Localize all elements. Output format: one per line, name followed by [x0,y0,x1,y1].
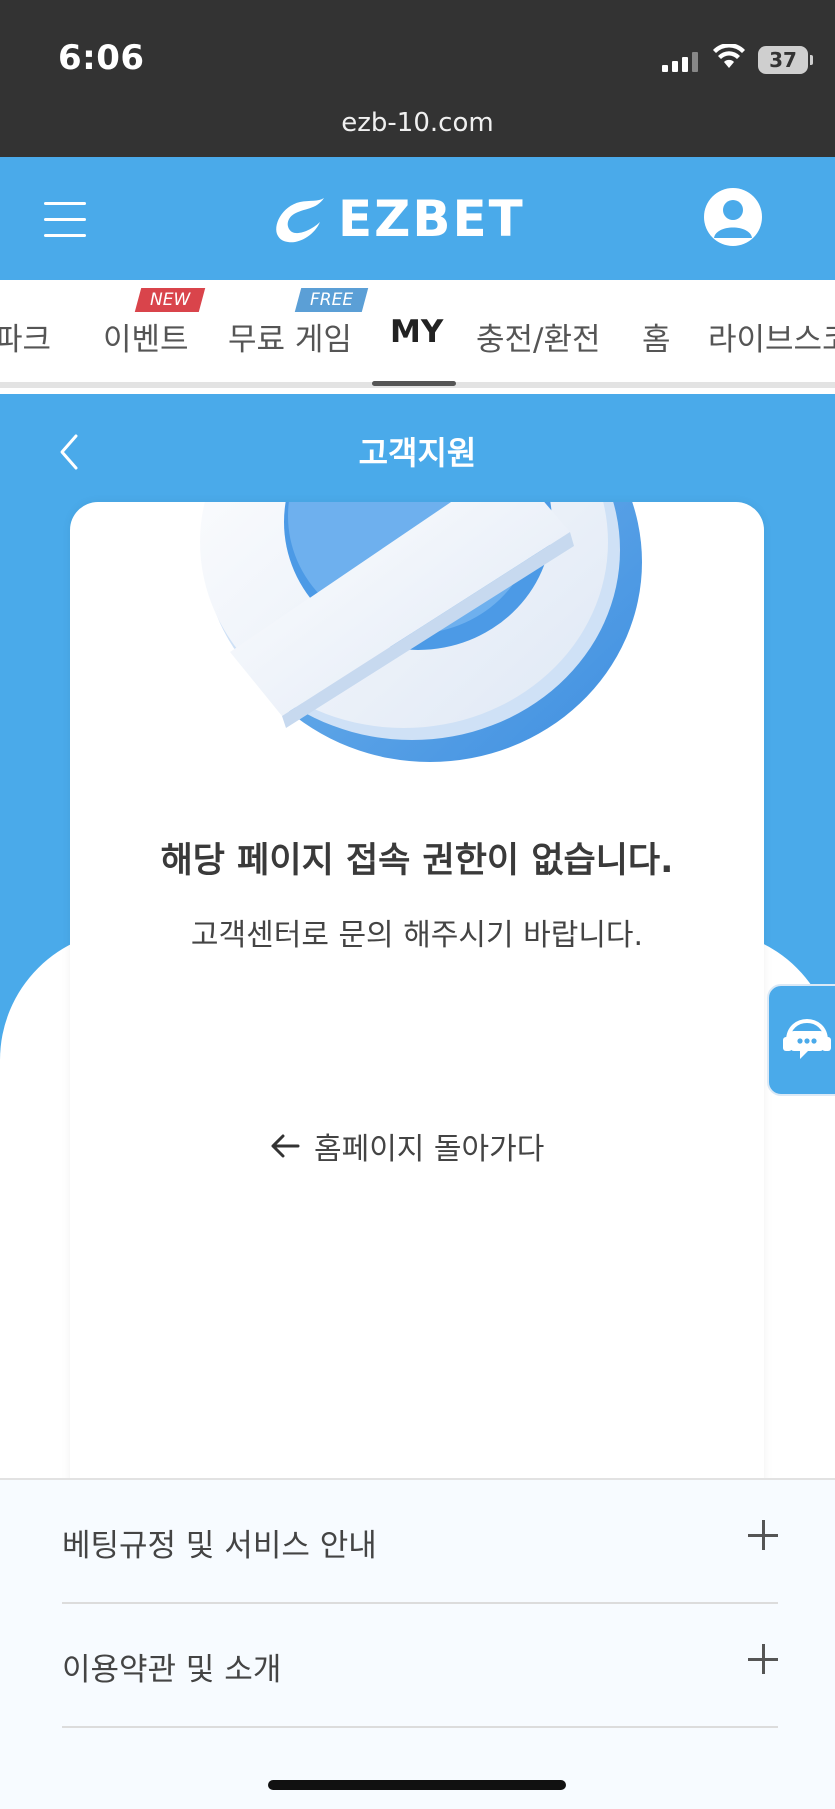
prohibited-illustration [200,502,642,762]
page-title: 고객지원 [358,434,477,472]
accordion-terms[interactable]: 이용약관 및 소개 [62,1604,778,1728]
battery-level: 37 [769,48,797,72]
arrow-left-icon [271,1134,300,1158]
tab-free-game[interactable]: 무료 게임 [228,314,352,359]
status-time: 6:06 [58,38,145,78]
accordion-label: 이용약관 및 소개 [62,1652,282,1688]
tab-event[interactable]: 이벤트 [103,314,189,359]
tab-livescore[interactable]: 라이브스코 [708,314,835,359]
user-icon[interactable] [704,188,762,246]
site-logo[interactable]: EZBET [270,190,525,248]
logo-text: EZBET [338,190,525,248]
new-badge: NEW [134,288,206,312]
signal-icon [662,52,698,72]
menu-icon[interactable] [44,202,86,238]
home-link-label: 홈페이지 돌아가다 [314,1132,545,1167]
headset-chat-icon [783,1018,831,1059]
accordion-label: 베팅규정 및 서비스 안내 [62,1528,377,1564]
live-support-button[interactable] [767,984,835,1096]
address-bar-url[interactable]: ezb-10.com [0,108,835,138]
error-title: 해당 페이지 접속 권한이 없습니다. [160,841,674,881]
back-to-home-link[interactable]: 홈페이지 돌아가다 [270,1124,544,1168]
plus-icon[interactable] [748,1520,778,1550]
battery-icon: 37 [758,46,813,74]
active-tab-indicator [372,381,456,386]
free-badge: FREE [294,288,369,312]
status-bar: 6:06 37 ezb-10.com [0,0,835,157]
home-indicator [268,1780,566,1790]
logo-swoosh-icon [276,198,324,243]
wifi-icon [713,44,745,68]
category-nav: 파크 이벤트 무료 게임 MY 충전/환전 홈 라이브스코 [0,280,835,388]
plus-icon[interactable] [748,1644,778,1674]
error-subtitle: 고객센터로 문의 해주시기 바랍니다. [190,918,644,953]
accordion-betting-rules[interactable]: 베팅규정 및 서비스 안내 [62,1480,778,1604]
footer-accordion: 베팅규정 및 서비스 안내 이용약관 및 소개 [0,1478,835,1809]
tab-park[interactable]: 파크 [0,314,51,359]
tab-my[interactable]: MY [390,314,443,350]
tab-home[interactable]: 홈 [642,314,671,359]
tab-charge-exchange[interactable]: 충전/환전 [476,314,601,359]
